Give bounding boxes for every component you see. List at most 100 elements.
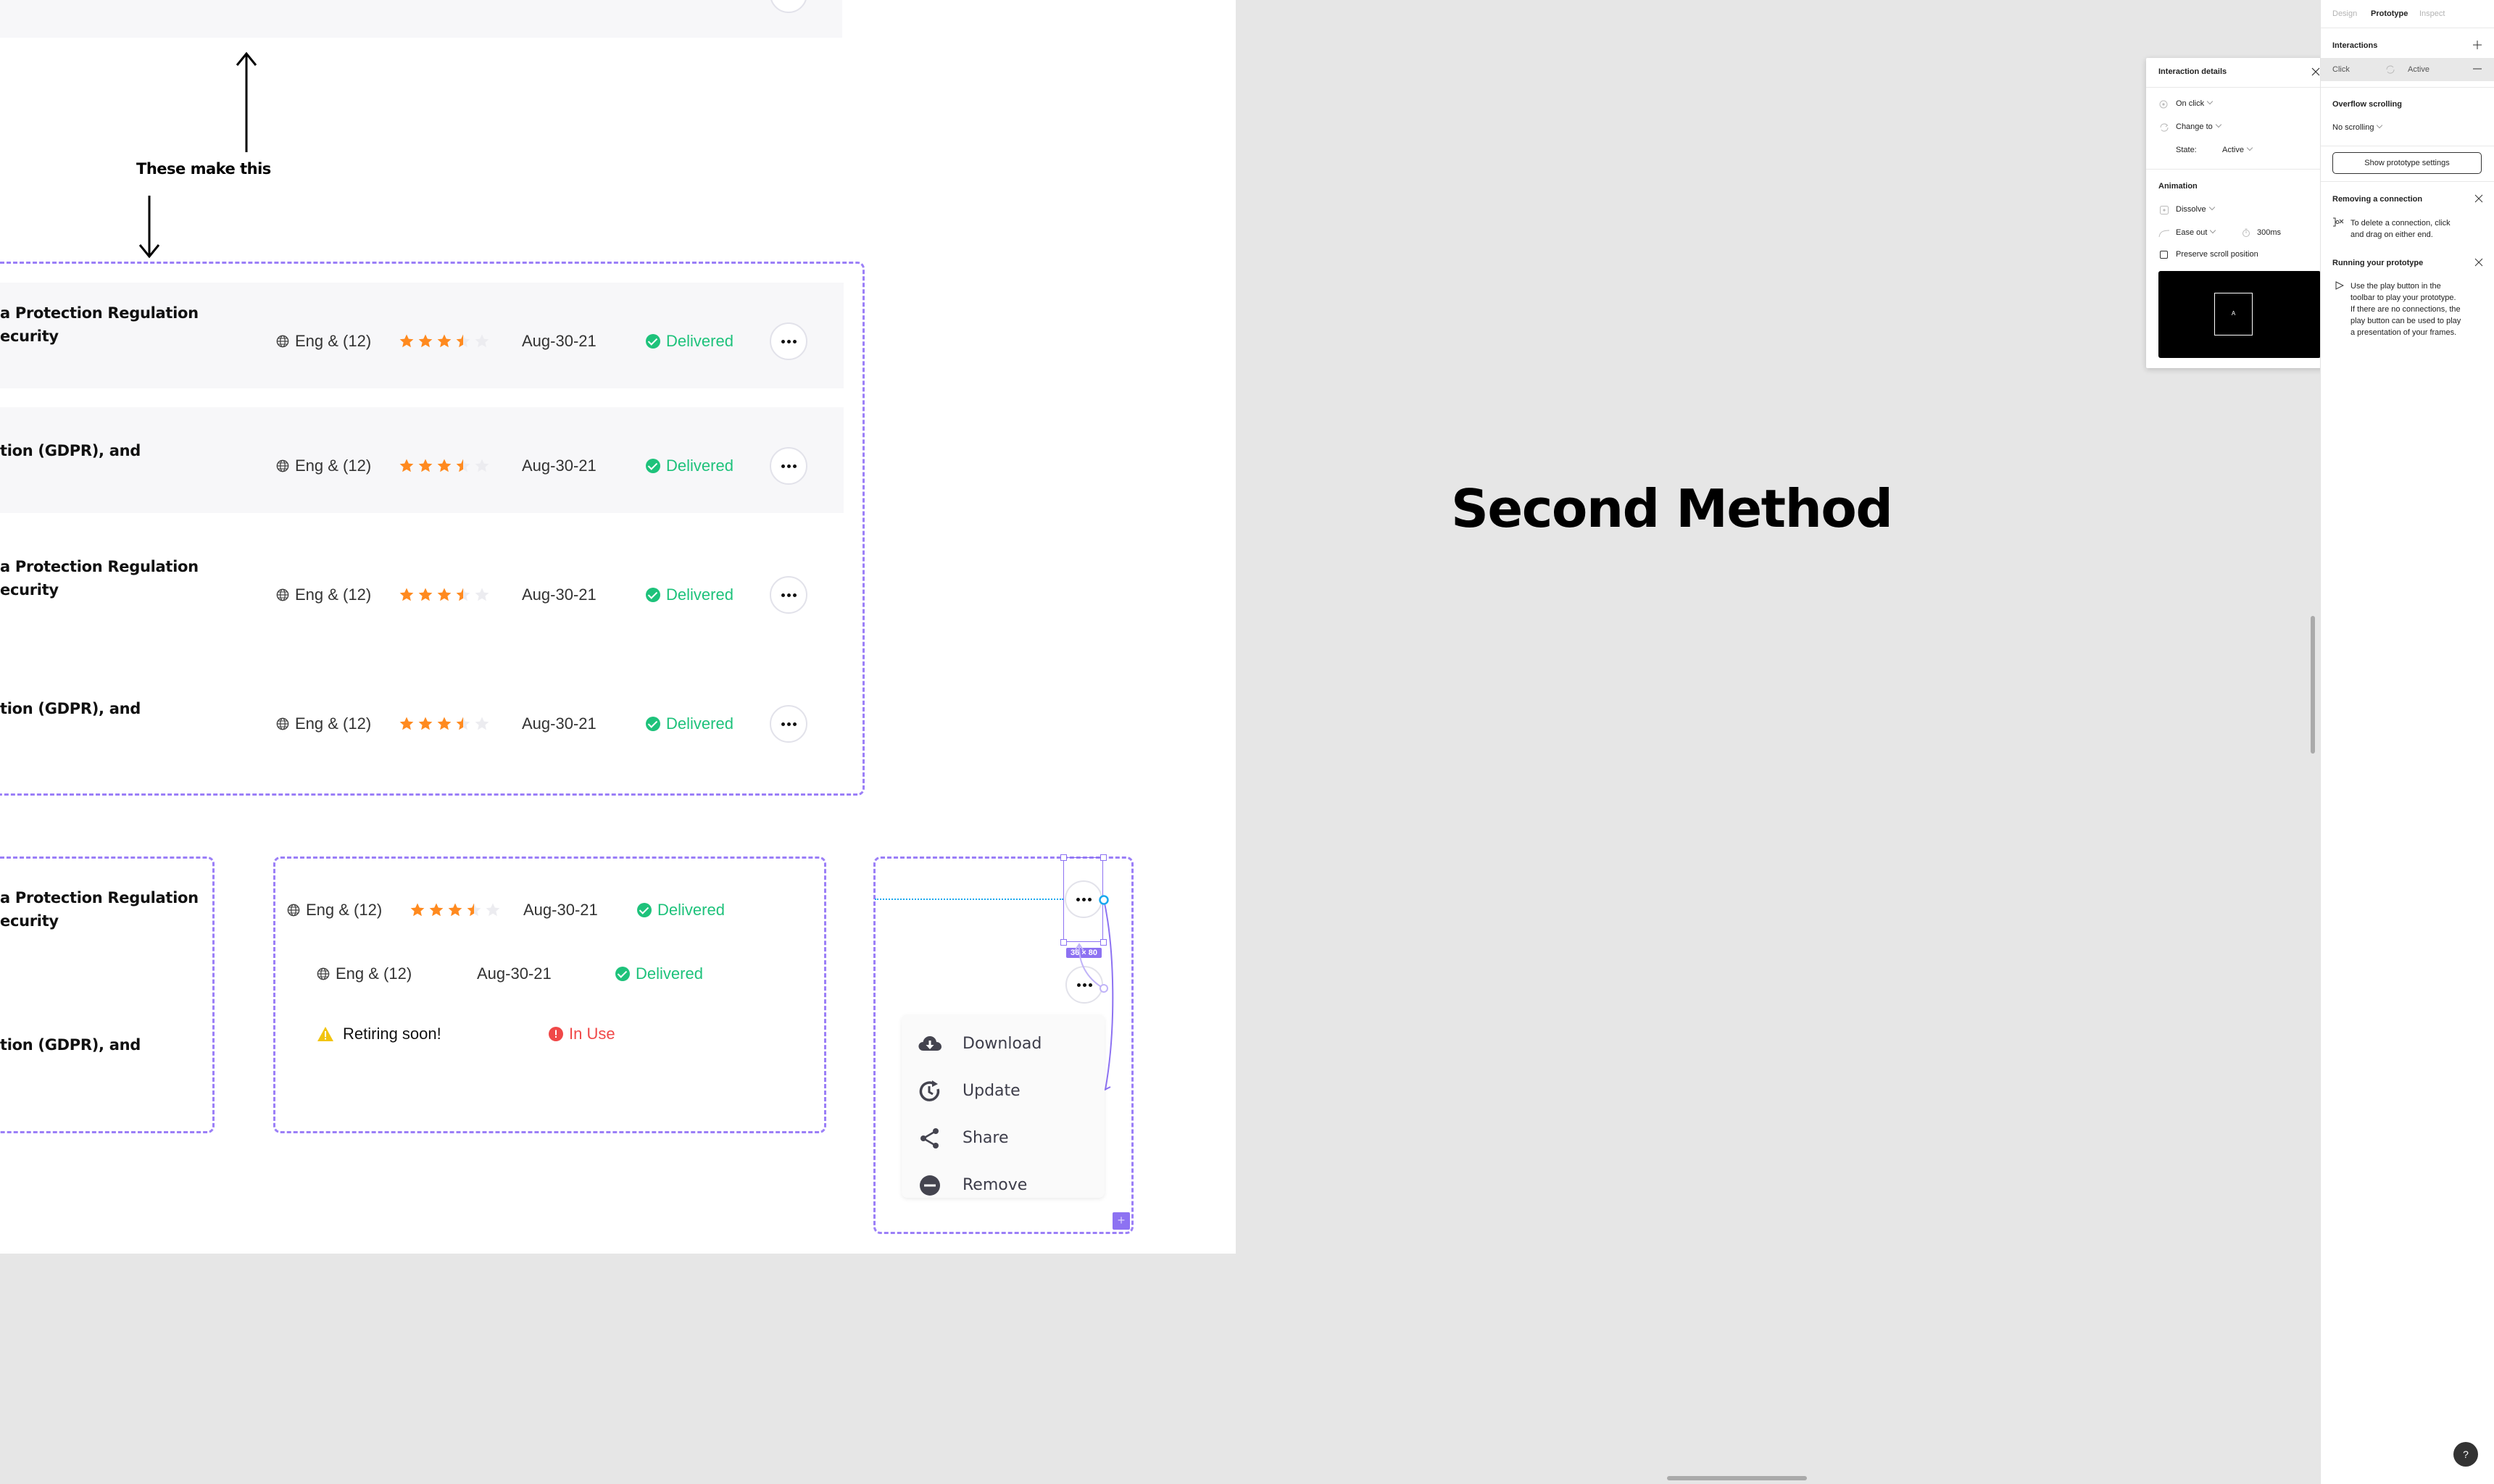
row-title-line: ecurity — [0, 581, 59, 599]
title-line: ecurity — [0, 912, 59, 930]
rating-stars — [399, 333, 490, 349]
animation-dropdown[interactable]: Dissolve — [2176, 204, 2215, 214]
tip-body: To delete a connection, click and drag o… — [2350, 219, 2451, 239]
menu-item-remove[interactable]: Remove — [902, 1162, 1105, 1209]
remove-interaction-icon[interactable] — [2473, 68, 2482, 71]
date-text: Aug-30-21 — [523, 901, 598, 919]
animation-preview: A — [2158, 271, 2321, 358]
check-circle-icon — [637, 903, 652, 917]
star-icon — [456, 588, 470, 601]
arrow-up-icon — [236, 51, 257, 152]
globe-icon — [287, 904, 300, 917]
date-text: Aug-30-21 — [477, 964, 552, 983]
add-interaction-icon[interactable] — [2473, 41, 2482, 49]
rating-stars — [399, 458, 490, 474]
action-dropdown[interactable]: Change to — [2176, 121, 2222, 131]
play-icon — [2335, 281, 2344, 290]
more-button[interactable] — [770, 447, 807, 485]
update-clock-icon — [919, 1080, 940, 1101]
close-tip-icon[interactable] — [2474, 258, 2483, 267]
star-icon — [418, 588, 433, 601]
vertical-scrollbar[interactable] — [2311, 616, 2315, 754]
star-icon — [486, 903, 500, 917]
connection-handle-icon — [2333, 217, 2344, 227]
globe-icon — [317, 967, 330, 980]
tip-body: Use the play button in the toolbar to pl… — [2350, 282, 2461, 337]
resize-handle[interactable] — [1100, 854, 1107, 861]
menu-item-download[interactable]: Download — [902, 1020, 1105, 1067]
star-icon — [399, 588, 414, 601]
star-icon — [429, 903, 444, 917]
row-title-line: tion (GDPR), and — [0, 442, 141, 459]
trigger-dropdown[interactable]: On click — [2176, 98, 2214, 108]
tab-prototype[interactable]: Prototype — [2371, 9, 2408, 18]
check-circle-icon — [615, 967, 630, 981]
tip-title: Removing a connection — [2332, 195, 2423, 204]
star-icon — [475, 459, 489, 472]
star-icon — [475, 588, 489, 601]
globe-icon — [276, 588, 289, 601]
status-badge: Delivered — [615, 964, 703, 983]
star-icon — [456, 459, 470, 472]
language-label: Eng & (12) — [276, 457, 371, 475]
timer-icon — [2242, 228, 2250, 237]
status-badge: Delivered — [646, 457, 733, 475]
menu-item-update[interactable]: Update — [902, 1067, 1105, 1114]
preserve-scroll-label: Preserve scroll position — [2176, 250, 2258, 259]
menu-item-share[interactable]: Share — [902, 1114, 1105, 1162]
horizontal-scrollbar[interactable] — [1667, 1476, 1807, 1480]
table-row[interactable]: a Protection Regulation ecurity Eng & (12)… — [0, 283, 844, 388]
preserve-scroll-checkbox[interactable] — [2160, 251, 2168, 259]
table-row[interactable]: a Protection Regulation ecurity Eng & (12)… — [0, 536, 844, 642]
rating-stars — [410, 902, 501, 918]
section-heading: Second Method — [1451, 478, 1893, 539]
add-variant-button[interactable]: + — [1113, 1212, 1130, 1230]
state-label: State: — [2176, 146, 2197, 154]
close-tip-icon[interactable] — [2474, 194, 2483, 203]
dropdown-menu: Download Update Share Remove — [902, 1014, 1105, 1198]
show-prototype-settings-button[interactable]: Show prototype settings — [2332, 152, 2482, 174]
help-button[interactable]: ? — [2453, 1442, 2478, 1467]
table-row[interactable]: tion (GDPR), and Eng & (12) Aug-30-21 Deliv… — [0, 665, 844, 771]
star-icon — [399, 459, 414, 472]
row-title-line: a Protection Regulation — [0, 558, 199, 575]
interaction-trigger: Click — [2332, 65, 2350, 74]
more-button[interactable] — [770, 705, 807, 743]
resize-handle[interactable] — [1060, 854, 1067, 861]
language-text: Eng & (12) — [306, 901, 383, 919]
row-title-line: a Protection Regulation — [0, 304, 199, 322]
interaction-row[interactable]: Click Active — [2321, 58, 2494, 81]
more-button[interactable] — [770, 576, 807, 614]
divider — [2321, 87, 2494, 88]
panel-title: Interaction details — [2158, 67, 2227, 76]
table-row[interactable]: tion (GDPR), and Eng & (12) Aug-30-21 Deliv… — [0, 407, 844, 513]
easing-dropdown[interactable]: Ease out — [2176, 227, 2216, 237]
state-dropdown[interactable]: Active — [2222, 144, 2253, 154]
status-badge: Delivered — [637, 901, 725, 920]
tab-inspect[interactable]: Inspect — [2419, 9, 2445, 18]
arrow-down-icon — [138, 196, 160, 259]
trigger-target-icon — [2159, 100, 2168, 109]
status-badge: Delivered — [646, 332, 733, 351]
rating-stars — [399, 587, 490, 603]
more-button[interactable] — [770, 322, 807, 360]
change-to-icon — [2160, 123, 2169, 132]
date-text: Aug-30-21 — [522, 714, 597, 733]
in-use-badge: In Use — [549, 1025, 615, 1043]
divider — [2146, 169, 2332, 170]
star-icon — [410, 903, 425, 917]
star-icon — [456, 717, 470, 730]
globe-icon — [276, 459, 289, 472]
star-icon — [418, 334, 433, 348]
tab-design[interactable]: Design — [2332, 9, 2357, 18]
star-icon — [475, 334, 489, 348]
preview-frame: A — [2214, 293, 2253, 335]
canvas-frame: These make this a Protection Regulation … — [0, 0, 1236, 1254]
warning-label: Retiring soon! — [317, 1025, 441, 1043]
overflow-dropdown[interactable]: No scrolling — [2332, 122, 2383, 132]
close-icon[interactable] — [2311, 67, 2321, 77]
row-title-line: tion (GDPR), and — [0, 700, 141, 717]
duration-input[interactable]: 300ms — [2257, 228, 2281, 237]
star-icon — [437, 588, 452, 601]
language-label: Eng & (12) — [276, 714, 371, 733]
